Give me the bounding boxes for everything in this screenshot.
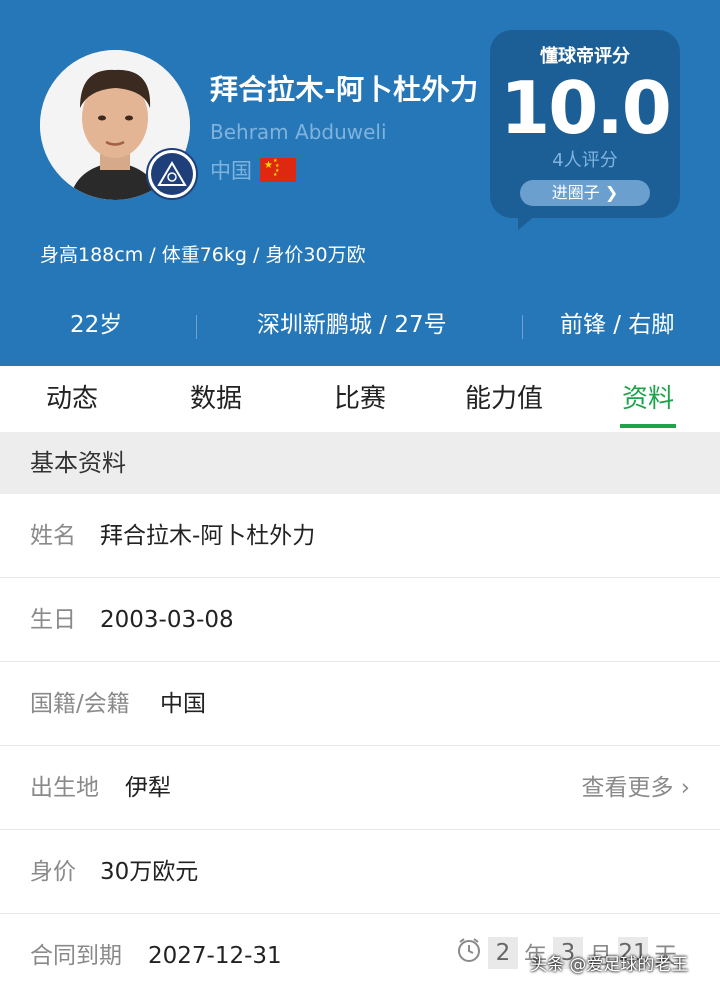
player-nationality: 中国 ★ ★ ★ ★ ★ bbox=[210, 155, 296, 185]
divider bbox=[196, 315, 197, 339]
info-label: 出生地 bbox=[30, 775, 99, 801]
rating-count: 4人评分 bbox=[552, 150, 618, 171]
info-row-name: 姓名 拜合拉木-阿卜杜外力 bbox=[0, 494, 720, 578]
player-name-en: Behram Abduweli bbox=[210, 120, 387, 144]
see-more-link[interactable]: 查看更多 › bbox=[581, 746, 690, 830]
active-tab-indicator bbox=[620, 424, 676, 428]
club-badge-icon[interactable] bbox=[146, 148, 198, 200]
info-value: 伊犁 bbox=[125, 775, 171, 801]
info-value: 拜合拉木-阿卜杜外力 bbox=[100, 523, 316, 549]
rating-score: 10.0 bbox=[500, 66, 672, 150]
info-value: 中国 bbox=[160, 691, 206, 717]
china-flag-icon: ★ ★ ★ ★ ★ bbox=[260, 158, 296, 182]
info-label: 姓名 bbox=[30, 523, 76, 549]
tab-news[interactable]: 动态 bbox=[20, 366, 124, 432]
tab-profile[interactable]: 资料 bbox=[596, 366, 700, 432]
info-label: 国籍/会籍 bbox=[30, 691, 130, 717]
info-label: 合同到期 bbox=[30, 943, 122, 969]
info-row-birthday: 生日 2003-03-08 bbox=[0, 578, 720, 662]
enter-circle-button[interactable]: 进圈子 ❯ bbox=[520, 180, 650, 206]
tab-matches[interactable]: 比赛 bbox=[308, 366, 412, 432]
rating-title: 懂球帝评分 bbox=[540, 46, 630, 67]
player-age: 22岁 bbox=[70, 312, 123, 338]
player-club-number[interactable]: 深圳新鹏城 / 27号 bbox=[257, 305, 447, 345]
player-physical-stats: 身高188cm / 体重76kg / 身价30万欧 bbox=[40, 244, 366, 266]
rating-card[interactable]: 懂球帝评分 10.0 4人评分 进圈子 ❯ bbox=[490, 30, 680, 218]
tab-abilities[interactable]: 能力值 bbox=[452, 366, 556, 432]
info-label: 身价 bbox=[30, 859, 76, 885]
clock-icon bbox=[456, 937, 482, 969]
info-label: 生日 bbox=[30, 607, 76, 633]
nationality-text: 中国 bbox=[210, 159, 252, 183]
player-header: 拜合拉木-阿卜杜外力 Behram Abduweli 中国 ★ ★ ★ ★ ★ 懂球帝评… bbox=[0, 0, 720, 366]
info-value: 2003-03-08 bbox=[100, 607, 234, 633]
rating-bubble-tail bbox=[518, 212, 540, 230]
player-meta-bar: 22岁 深圳新鹏城 / 27号 前锋 / 右脚 bbox=[0, 305, 720, 345]
player-name-cn: 拜合拉木-阿卜杜外力 bbox=[210, 73, 479, 106]
tab-bar: 动态 数据 比赛 能力值 资料 bbox=[0, 366, 720, 432]
section-title: 基本资料 bbox=[0, 432, 720, 494]
info-row-market-value: 身价 30万欧元 bbox=[0, 830, 720, 914]
watermark: 头条 @爱足球的老王 bbox=[530, 955, 689, 975]
player-position-foot: 前锋 / 右脚 bbox=[560, 312, 675, 338]
info-value: 30万欧元 bbox=[100, 859, 199, 885]
info-row-nationality: 国籍/会籍 中国 bbox=[0, 662, 720, 746]
info-value: 2027-12-31 bbox=[148, 943, 282, 969]
info-row-birthplace[interactable]: 出生地 伊犁 查看更多 › bbox=[0, 746, 720, 830]
divider bbox=[522, 315, 523, 339]
tab-stats[interactable]: 数据 bbox=[164, 366, 268, 432]
countdown-years: 2 bbox=[488, 937, 518, 969]
